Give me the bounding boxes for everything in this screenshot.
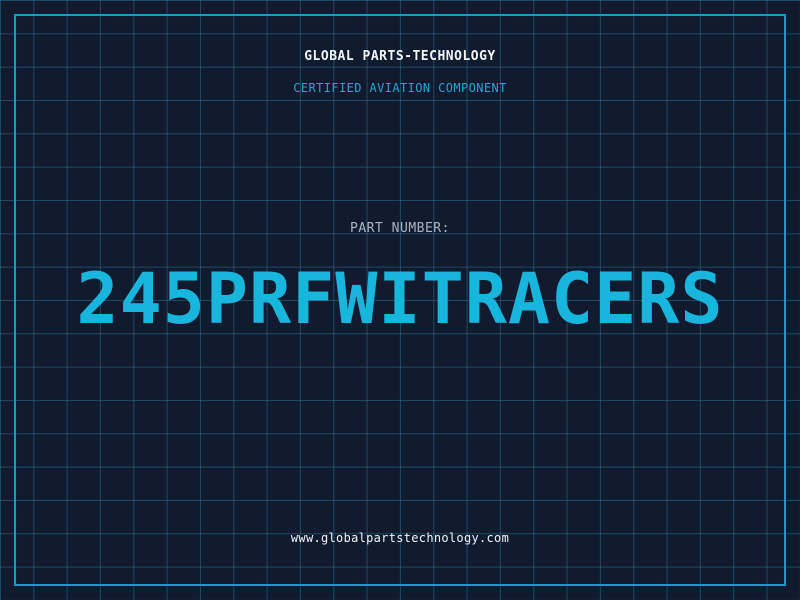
- part-number-label: PART NUMBER:: [350, 221, 450, 236]
- part-label-screen: { "header": { "company_name": "GLOBAL PA…: [0, 0, 800, 600]
- tagline: CERTIFIED AVIATION COMPONENT: [293, 81, 507, 95]
- part-number-value: 245PRFWITRACERS: [76, 258, 724, 340]
- company-name: GLOBAL PARTS-TECHNOLOGY: [304, 49, 496, 64]
- website-url: www.globalpartstechnology.com: [290, 531, 510, 545]
